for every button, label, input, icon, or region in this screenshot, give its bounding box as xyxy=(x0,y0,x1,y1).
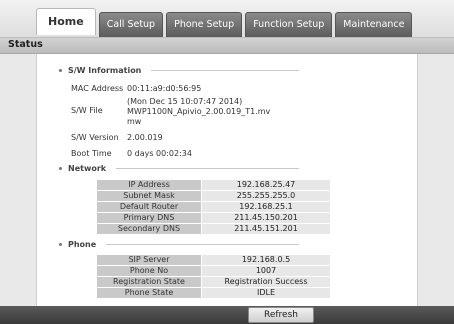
mac-address-row: MAC Address 00:11:a9:d0:56:95 xyxy=(71,84,277,94)
table-row: IP Address 192.168.25.47 xyxy=(97,180,330,191)
registration-state-label: Registration State xyxy=(97,276,202,288)
default-router-label: Default Router xyxy=(97,201,202,213)
table-row: Subnet Mask 255.255.255.0 xyxy=(97,190,330,202)
subnet-mask-label: Subnet Mask xyxy=(97,190,202,202)
phone-no-value: 1007 xyxy=(201,265,330,277)
boot-time-label: Boot Time xyxy=(71,149,112,158)
sw-file-value: (Mon Dec 15 10:07:47 2014) MWP1100N_Apiv… xyxy=(127,97,277,127)
sw-version-value: 2.00.019 xyxy=(127,133,163,142)
mac-address-value: 00:11:a9:d0:56:95 xyxy=(127,84,202,93)
phone-table: SIP Server 192.168.0.5 Phone No 1007 Reg… xyxy=(97,255,330,299)
secondary-dns-value: 211.45.151.201 xyxy=(201,223,330,235)
sw-info-section-header: S/W Information xyxy=(59,66,299,75)
page-title: Status xyxy=(8,39,43,50)
phone-title: Phone xyxy=(68,240,97,249)
section-divider xyxy=(116,168,299,169)
boot-time-value: 0 days 00:02:34 xyxy=(127,149,192,158)
ip-address-value: 192.168.25.47 xyxy=(201,180,330,191)
default-router-value: 192.168.25.1 xyxy=(201,201,330,213)
sw-file-row: S/W File (Mon Dec 15 10:07:47 2014) MWP1… xyxy=(71,97,277,127)
primary-dns-value: 211.45.150.201 xyxy=(201,212,330,224)
refresh-button[interactable]: Refresh xyxy=(248,307,314,323)
sip-server-value: 192.168.0.5 xyxy=(201,255,330,266)
table-row: Primary DNS 211.45.150.201 xyxy=(97,212,330,224)
table-row: SIP Server 192.168.0.5 xyxy=(97,255,330,266)
sw-file-label: S/W File xyxy=(71,106,103,115)
tab-maintenance[interactable]: Maintenance xyxy=(335,12,413,37)
sw-info-title: S/W Information xyxy=(68,66,142,75)
bullet-icon xyxy=(59,167,62,170)
bullet-icon xyxy=(59,243,62,246)
mac-address-label: MAC Address xyxy=(71,84,124,93)
phone-no-label: Phone No xyxy=(97,265,202,277)
table-row: Phone State IDLE xyxy=(97,287,330,299)
phone-section-header: Phone xyxy=(59,240,299,249)
section-divider xyxy=(151,70,299,71)
status-page: Home Call Setup Phone Setup Function Set… xyxy=(0,0,454,324)
phone-state-label: Phone State xyxy=(97,287,202,299)
registration-state-value: Registration Success xyxy=(201,276,330,288)
sw-file-date: (Mon Dec 15 10:07:47 2014) xyxy=(127,97,243,106)
tab-phone-setup[interactable]: Phone Setup xyxy=(166,12,243,37)
tab-home[interactable]: Home xyxy=(36,8,96,35)
table-row: Phone No 1007 xyxy=(97,265,330,277)
subnet-mask-value: 255.255.255.0 xyxy=(201,190,330,202)
tab-function-setup[interactable]: Function Setup xyxy=(245,12,333,37)
sw-version-row: S/W Version 2.00.019 xyxy=(71,133,277,143)
status-content: S/W Information MAC Address 00:11:a9:d0:… xyxy=(36,54,418,306)
section-divider xyxy=(106,244,299,245)
table-row: Secondary DNS 211.45.151.201 xyxy=(97,223,330,235)
top-tab-bar: Home Call Setup Phone Setup Function Set… xyxy=(0,0,454,38)
sw-version-label: S/W Version xyxy=(71,133,119,142)
boot-time-row: Boot Time 0 days 00:02:34 xyxy=(71,149,277,159)
sw-file-name-cont: mw xyxy=(127,117,142,126)
tab-list: Home Call Setup Phone Setup Function Set… xyxy=(36,8,413,37)
ip-address-label: IP Address xyxy=(97,180,202,191)
table-row: Registration State Registration Success xyxy=(97,276,330,288)
sw-file-name: MWP1100N_Apivio_2.00.019_T1.mv xyxy=(127,107,271,116)
primary-dns-label: Primary DNS xyxy=(97,212,202,224)
bullet-icon xyxy=(59,69,62,72)
network-title: Network xyxy=(68,164,107,173)
network-section-header: Network xyxy=(59,164,299,173)
table-row: Default Router 192.168.25.1 xyxy=(97,201,330,213)
tab-call-setup[interactable]: Call Setup xyxy=(98,12,164,37)
phone-state-value: IDLE xyxy=(201,287,330,299)
bottom-action-bar xyxy=(0,306,454,324)
network-table: IP Address 192.168.25.47 Subnet Mask 255… xyxy=(97,180,330,235)
secondary-dns-label: Secondary DNS xyxy=(97,223,202,235)
page-title-bar: Status xyxy=(0,38,454,54)
sip-server-label: SIP Server xyxy=(97,255,202,266)
